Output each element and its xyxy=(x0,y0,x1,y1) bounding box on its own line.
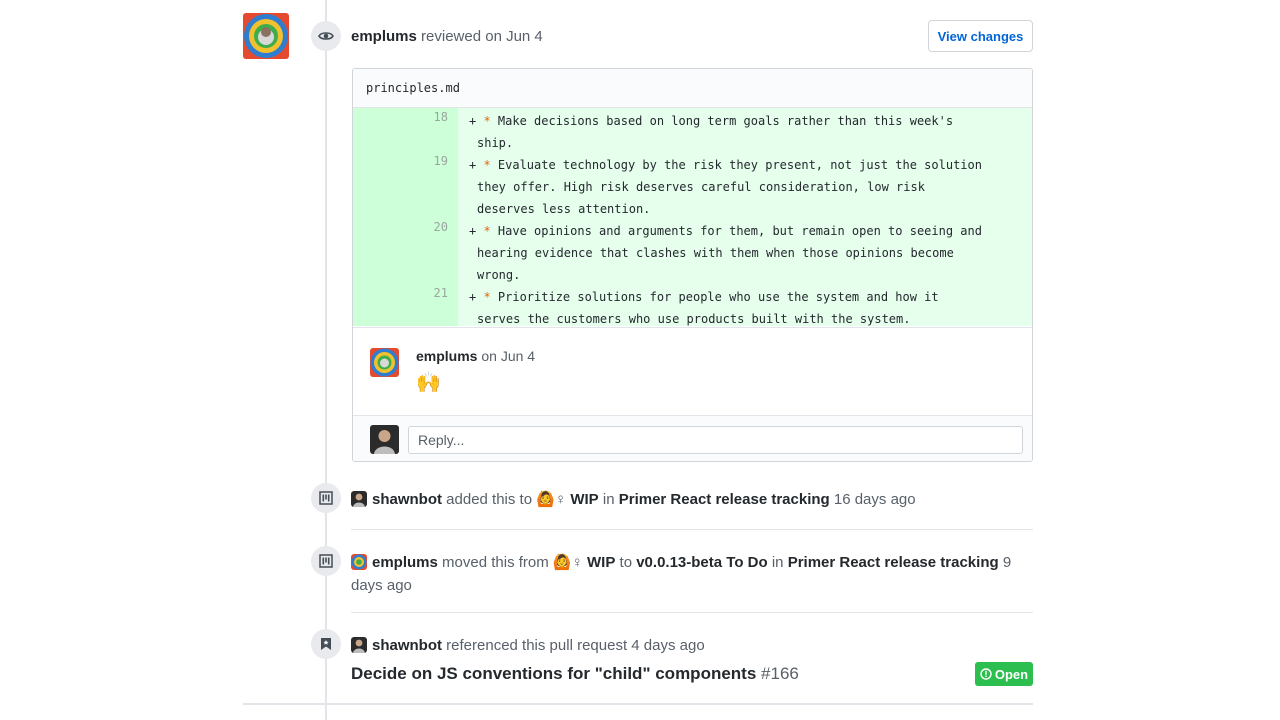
bookmark-icon xyxy=(311,629,341,659)
reply-input[interactable] xyxy=(408,426,1023,454)
project-icon xyxy=(311,546,341,576)
event-actor[interactable]: emplums xyxy=(372,554,438,571)
event-separator xyxy=(351,529,1033,530)
diff-body: 18 + * Make decisions based on long term… xyxy=(353,108,1032,326)
review-diff-box: principles.md 18 + * Make decisions base… xyxy=(352,68,1033,462)
actor-avatar[interactable] xyxy=(351,637,367,653)
event-actor[interactable]: shawnbot xyxy=(372,491,442,508)
referenced-issue-number[interactable]: #166 xyxy=(761,664,799,683)
event-actor[interactable]: shawnbot xyxy=(372,637,442,654)
review-header: emplums reviewed on Jun 4 xyxy=(351,28,543,45)
event-time[interactable]: 4 days ago xyxy=(631,637,704,654)
wip-emoji: 🙆 xyxy=(552,554,572,571)
referenced-issue: Decide on JS conventions for "child" com… xyxy=(351,664,799,684)
eye-icon xyxy=(311,21,341,51)
to-column: v0.0.13-beta To Do xyxy=(636,554,768,571)
comment-author[interactable]: emplums xyxy=(416,348,477,364)
open-status-badge: Open xyxy=(975,662,1033,686)
status-text: Open xyxy=(994,666,1029,682)
timeline-bottom-rule xyxy=(243,703,1033,705)
issue-open-icon xyxy=(980,668,992,680)
actor-avatar[interactable] xyxy=(351,491,367,507)
comment-date[interactable]: on Jun 4 xyxy=(481,348,535,364)
line-number[interactable]: 18 xyxy=(353,110,448,124)
from-column: WIP xyxy=(587,554,616,571)
event-separator xyxy=(351,612,1033,613)
line-number[interactable]: 21 xyxy=(353,286,448,300)
project-icon xyxy=(311,483,341,513)
project-link[interactable]: Primer React release tracking xyxy=(788,554,999,571)
code-line: + * Have opinions and arguments for them… xyxy=(469,224,982,282)
diff-file-name[interactable]: principles.md xyxy=(353,69,1032,108)
event-added-to-project: shawnbot added this to 🙆♀ WIP in Primer … xyxy=(351,488,916,511)
column-name: WIP xyxy=(570,491,599,508)
project-link[interactable]: Primer React release tracking xyxy=(619,491,830,508)
referenced-issue-title[interactable]: Decide on JS conventions for "child" com… xyxy=(351,664,756,683)
reviewer-avatar[interactable] xyxy=(243,13,289,59)
code-line: + * Evaluate technology by the risk they… xyxy=(469,158,982,216)
event-time[interactable]: 16 days ago xyxy=(834,491,916,508)
wip-emoji: 🙆 xyxy=(536,491,555,508)
comment-header: emplums on Jun 4 xyxy=(416,348,535,364)
line-number[interactable]: 19 xyxy=(353,154,448,168)
comment-body-emoji: 🙌 xyxy=(416,372,441,394)
code-line: + * Prioritize solutions for people who … xyxy=(469,290,939,326)
commenter-avatar[interactable] xyxy=(370,348,399,377)
reply-bar xyxy=(353,415,1032,461)
review-action: reviewed on Jun 4 xyxy=(421,28,543,45)
event-moved-column: emplums moved this from 🙆♀ WIP to v0.0.1… xyxy=(351,554,1012,594)
current-user-avatar xyxy=(370,425,399,454)
code-line: + * Make decisions based on long term go… xyxy=(469,114,954,150)
view-changes-button[interactable]: View changes xyxy=(928,20,1033,52)
timeline-line xyxy=(325,0,327,720)
line-number[interactable]: 20 xyxy=(353,220,448,234)
review-author[interactable]: emplums xyxy=(351,28,417,45)
actor-avatar[interactable] xyxy=(351,554,367,570)
event-referenced: shawnbot referenced this pull request 4 … xyxy=(351,634,705,657)
review-comment: emplums on Jun 4 🙌 xyxy=(353,327,1032,415)
